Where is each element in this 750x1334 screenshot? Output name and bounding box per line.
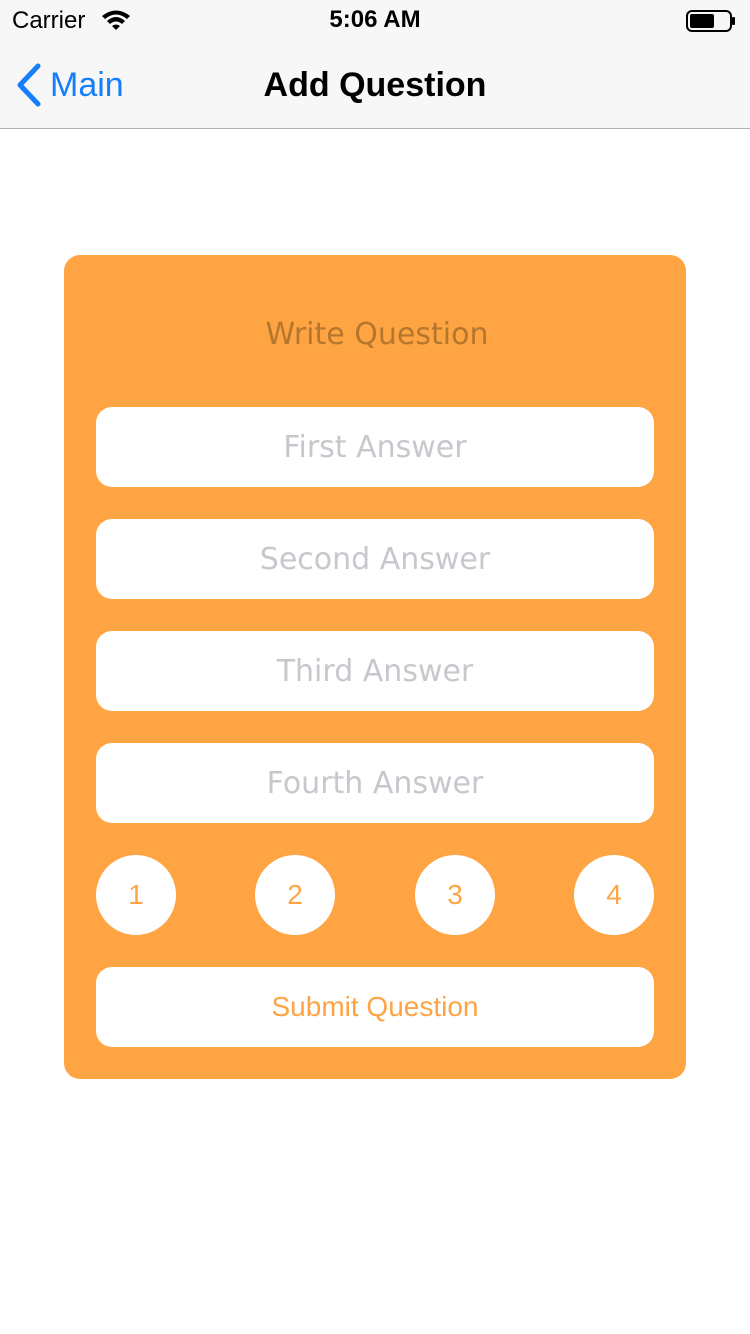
status-bar: Carrier 5:06 AM	[0, 0, 750, 40]
third-answer-field[interactable]	[96, 631, 654, 711]
correct-answer-4-button[interactable]: 4	[574, 855, 654, 935]
correct-answer-2-button[interactable]: 2	[255, 855, 335, 935]
submit-question-button[interactable]: Submit Question	[96, 967, 654, 1047]
question-input[interactable]	[96, 301, 658, 367]
correct-answer-1-button[interactable]: 1	[96, 855, 176, 935]
fourth-answer-field[interactable]	[96, 743, 654, 823]
status-time: 5:06 AM	[329, 6, 421, 33]
navigation-bar: Main Add Question	[0, 40, 750, 129]
correct-answer-3-button[interactable]: 3	[415, 855, 495, 935]
question-card: 1 2 3 4 Submit Question	[64, 255, 686, 1079]
page-title: Add Question	[263, 66, 487, 104]
battery-icon	[686, 10, 735, 32]
first-answer-field[interactable]	[96, 407, 654, 487]
second-answer-field[interactable]	[96, 519, 654, 599]
